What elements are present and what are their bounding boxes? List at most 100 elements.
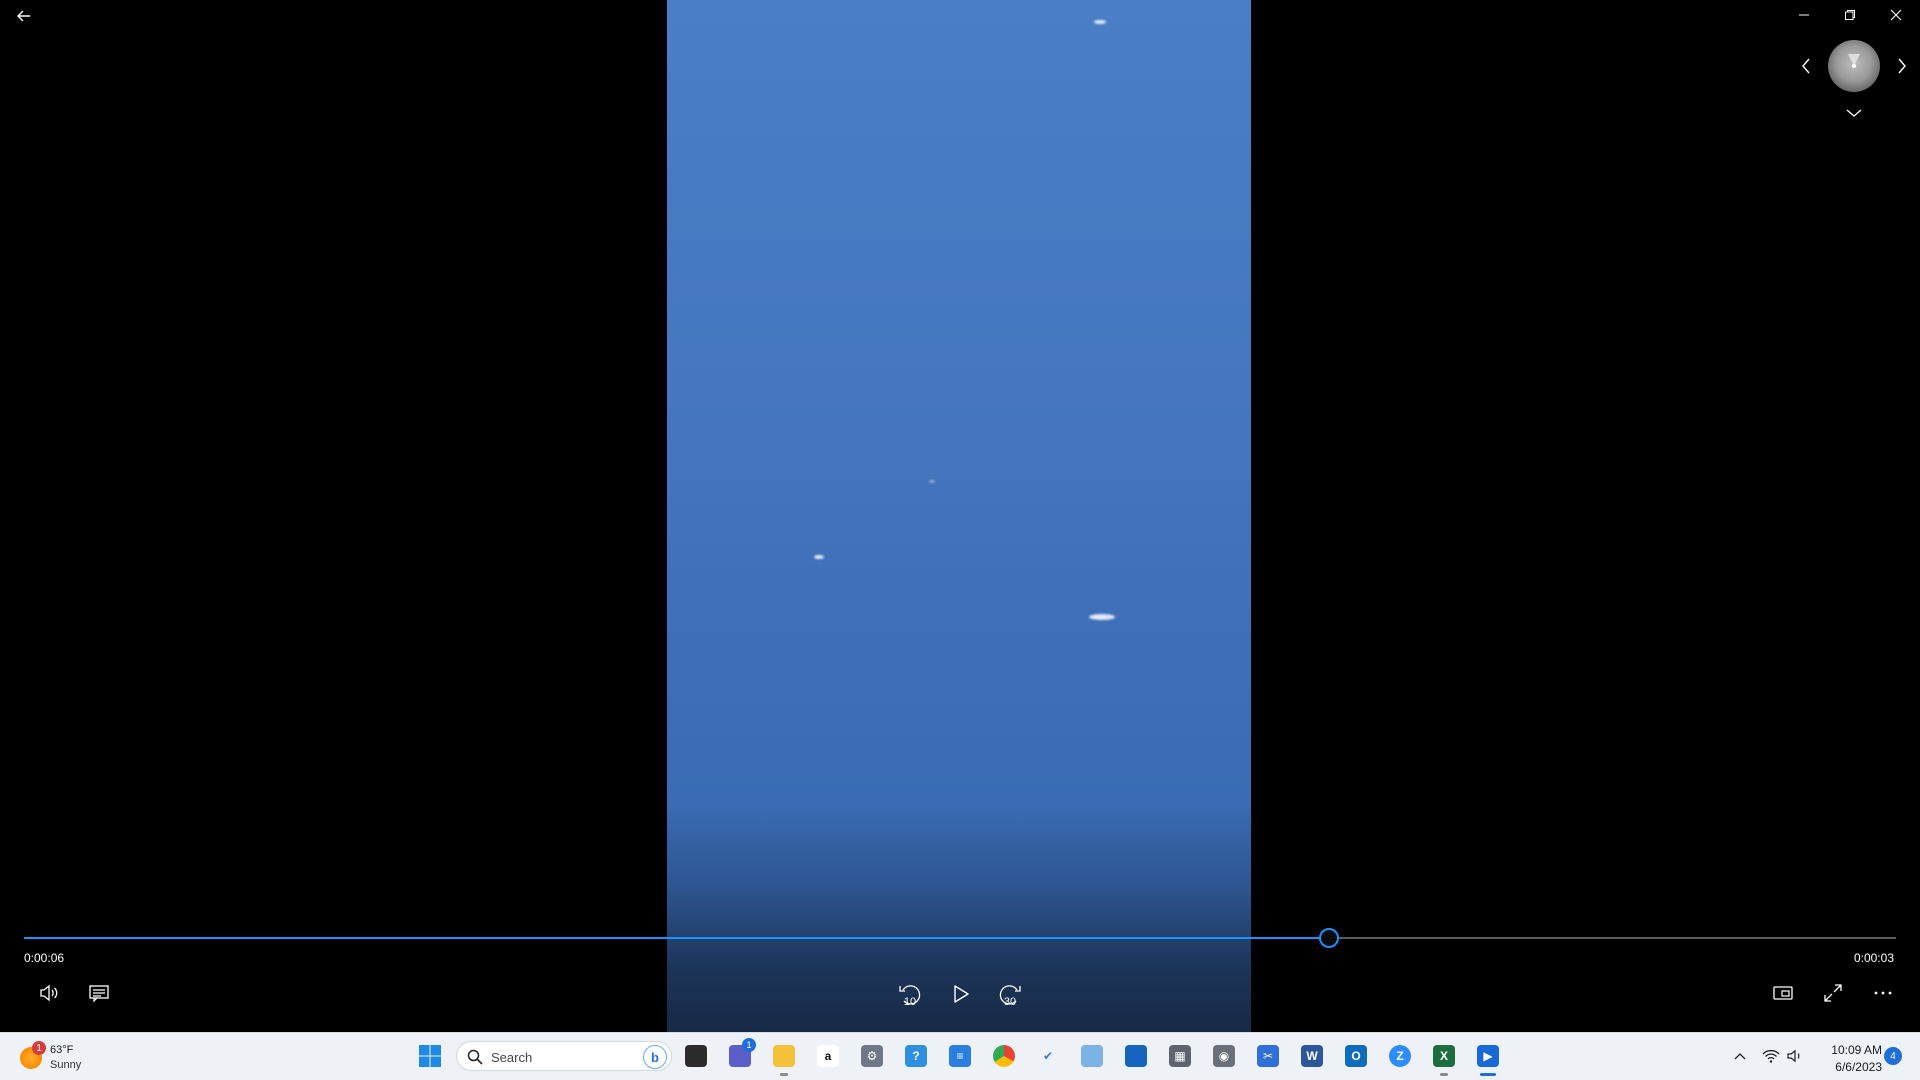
show-hidden-icons-button[interactable] xyxy=(1728,1042,1752,1070)
settings-icon: ⚙ xyxy=(861,1045,883,1067)
chevron-left-icon xyxy=(1802,58,1810,74)
taskbar-app-to-do[interactable]: ✔ xyxy=(1032,1040,1064,1072)
close-icon xyxy=(1890,9,1902,21)
taskbar-app-chrome[interactable] xyxy=(988,1040,1020,1072)
weather-temperature: 63°F xyxy=(50,1044,74,1056)
miniplayer-icon xyxy=(1773,986,1793,1000)
calculator-icon: ▦ xyxy=(1169,1045,1191,1067)
captions-icon xyxy=(89,985,109,1003)
weather-badge: 1 xyxy=(32,1041,46,1055)
app-badge: 1 xyxy=(742,1038,756,1052)
remaining-time: 0:00:03 xyxy=(1853,951,1894,965)
zoom-icon: Z xyxy=(1389,1045,1411,1067)
media-player: 0:00:06 0:00:03 10 30 xyxy=(0,0,1920,1032)
notification-badge[interactable]: 4 xyxy=(1884,1047,1902,1065)
chevron-up-icon xyxy=(1734,1053,1746,1060)
restore-button[interactable] xyxy=(1834,0,1866,30)
back-button[interactable] xyxy=(8,2,40,30)
taskbar-app-camera[interactable]: ◉ xyxy=(1208,1040,1240,1072)
skip-back-button[interactable]: 10 xyxy=(893,977,927,1011)
seek-bar-progress xyxy=(24,937,1329,939)
miniplayer-button[interactable] xyxy=(1768,978,1798,1008)
taskbar-app-file-explorer[interactable] xyxy=(768,1040,800,1076)
wifi-button[interactable] xyxy=(1760,1042,1782,1070)
next-button[interactable] xyxy=(1890,52,1914,80)
taskbar-app-zoom[interactable]: Z xyxy=(1384,1040,1416,1072)
speaker-tray-icon xyxy=(1787,1049,1800,1063)
chrome-icon xyxy=(993,1045,1015,1067)
minimize-icon xyxy=(1799,14,1809,16)
video-speck xyxy=(814,555,824,559)
more-icon xyxy=(1874,991,1892,995)
previous-button[interactable] xyxy=(1794,52,1818,80)
video-speck xyxy=(1094,20,1106,24)
fullscreen-icon xyxy=(1824,984,1842,1002)
taskbar-app-calculator[interactable]: ▦ xyxy=(1164,1040,1196,1072)
amazon-icon: a xyxy=(817,1045,839,1067)
taskbar-app-amazon[interactable]: a xyxy=(812,1040,844,1072)
skip-forward-seconds: 30 xyxy=(1003,996,1017,1008)
excel-icon: X xyxy=(1433,1045,1455,1067)
skip-forward-button[interactable]: 30 xyxy=(993,977,1027,1011)
weather-condition: Sunny xyxy=(50,1059,82,1071)
system-clock[interactable]: 10:09 AM 6/6/2023 xyxy=(1816,1041,1882,1074)
taskbar-app-outlook[interactable]: O xyxy=(1340,1040,1372,1072)
volume-tray-button[interactable] xyxy=(1784,1042,1806,1070)
captions-button[interactable] xyxy=(84,978,114,1008)
taskbar-app-notepad[interactable]: ≡ xyxy=(944,1040,976,1072)
video-frame[interactable] xyxy=(667,0,1251,1032)
taskbar-app-control-panel[interactable] xyxy=(1076,1040,1108,1072)
minimize-button[interactable] xyxy=(1788,0,1820,30)
dial-icon xyxy=(1848,54,1860,68)
play-button[interactable] xyxy=(943,977,977,1011)
running-indicator xyxy=(1440,1073,1448,1076)
to-do-icon: ✔ xyxy=(1042,1049,1054,1063)
taskbar-app-get-help[interactable]: ? xyxy=(900,1040,932,1072)
get-help-icon: ? xyxy=(905,1045,927,1067)
back-arrow-icon xyxy=(17,10,30,22)
taskbar-app-microsoft-store[interactable] xyxy=(1120,1040,1152,1072)
taskbar-app-excel[interactable]: X xyxy=(1428,1040,1460,1076)
restore-icon xyxy=(1845,10,1855,20)
weather-widget[interactable]: 1 63°F Sunny xyxy=(16,1039,106,1075)
elapsed-time: 0:00:06 xyxy=(24,951,65,965)
speaker-icon xyxy=(40,984,58,1002)
file-explorer-icon xyxy=(773,1045,795,1067)
wifi-icon xyxy=(1762,1049,1780,1063)
running-indicator xyxy=(1480,1073,1496,1076)
chevron-right-icon xyxy=(1898,58,1906,74)
taskbar-app-word[interactable]: W xyxy=(1296,1040,1328,1072)
play-icon xyxy=(954,985,969,1003)
taskbar-app-settings[interactable]: ⚙ xyxy=(856,1040,888,1072)
clock-date: 6/6/2023 xyxy=(1835,1060,1882,1074)
taskbar-search[interactable]: Search b xyxy=(456,1041,672,1071)
volume-button[interactable] xyxy=(34,978,64,1008)
dial-button[interactable] xyxy=(1828,40,1880,92)
taskbar-app-task-view[interactable] xyxy=(680,1040,712,1072)
more-options-button[interactable] xyxy=(1868,978,1898,1008)
clock-time: 10:09 AM xyxy=(1831,1043,1882,1057)
start-button[interactable] xyxy=(414,1040,446,1072)
skip-back-seconds: 10 xyxy=(903,996,917,1008)
outlook-icon: O xyxy=(1345,1045,1367,1067)
microsoft-store-icon xyxy=(1125,1045,1147,1067)
search-icon xyxy=(467,1049,483,1065)
collapse-button[interactable] xyxy=(1840,100,1868,126)
chevron-down-icon xyxy=(1846,109,1862,117)
video-speck xyxy=(1089,614,1115,620)
seek-bar-thumb[interactable] xyxy=(1318,928,1339,948)
seek-bar[interactable] xyxy=(24,928,1896,948)
taskbar-app-teams[interactable]: 1 xyxy=(724,1038,756,1072)
notepad-icon: ≡ xyxy=(949,1045,971,1067)
task-view-icon xyxy=(685,1045,707,1067)
search-placeholder: Search xyxy=(491,1050,533,1065)
taskbar-app-snipping-tool[interactable]: ✂ xyxy=(1252,1040,1284,1072)
word-icon: W xyxy=(1301,1045,1323,1067)
control-panel-icon xyxy=(1081,1045,1103,1067)
fullscreen-button[interactable] xyxy=(1818,978,1848,1008)
video-speck xyxy=(929,480,935,483)
media-player-icon: ▶ xyxy=(1477,1045,1499,1067)
taskbar-app-media-player[interactable]: ▶ xyxy=(1472,1040,1504,1076)
close-button[interactable] xyxy=(1880,0,1912,30)
bing-icon[interactable]: b xyxy=(643,1045,667,1069)
